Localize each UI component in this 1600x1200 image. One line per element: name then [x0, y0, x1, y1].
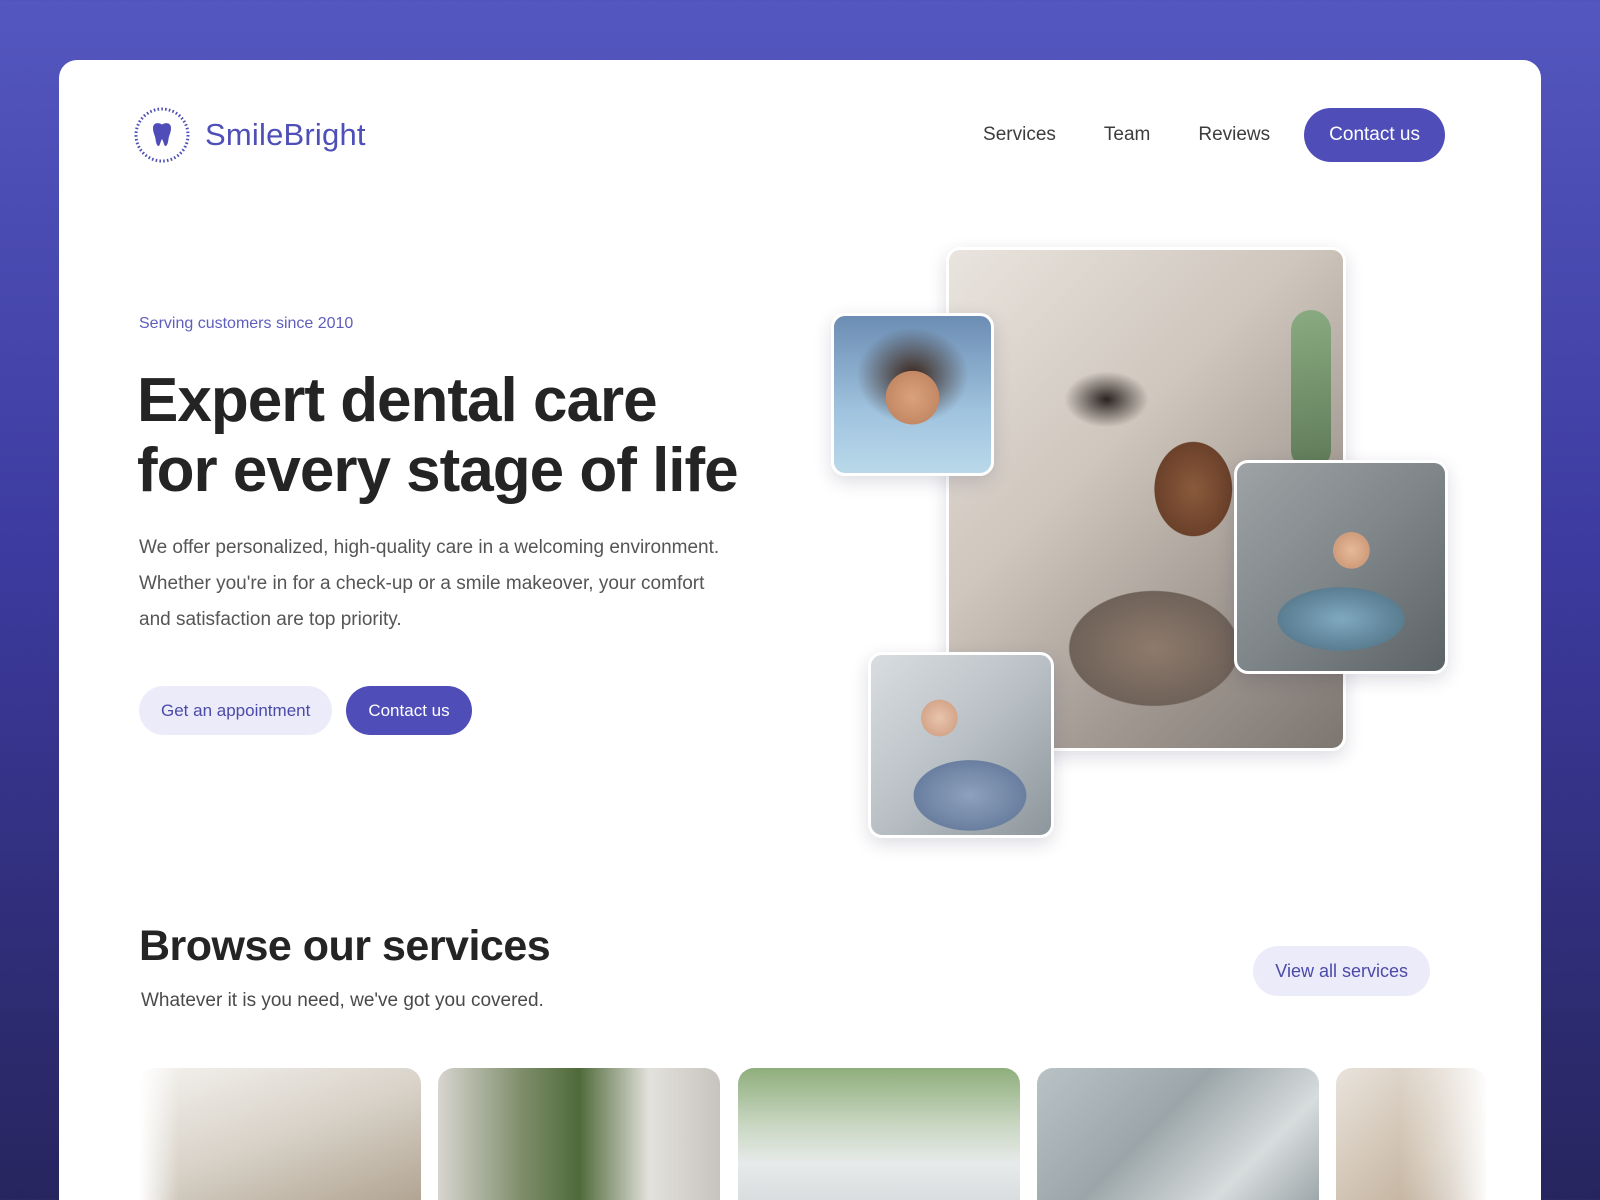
hero-contact-button[interactable]: Contact us	[346, 686, 472, 735]
services-title: Browse our services	[139, 922, 551, 970]
brand-name: SmileBright	[205, 117, 366, 152]
service-card-image[interactable]	[438, 1068, 720, 1200]
hero-eyebrow: Serving customers since 2010	[139, 315, 354, 332]
patient-girl-photo	[831, 313, 994, 476]
services-carousel	[139, 1068, 1489, 1200]
service-card-image[interactable]	[1336, 1068, 1486, 1200]
appointment-button[interactable]: Get an appointment	[139, 686, 333, 735]
hero-title-line: Expert dental care	[137, 366, 658, 435]
nav-reviews[interactable]: Reviews	[1198, 124, 1270, 146]
hero-actions: Get an appointment Contact us	[139, 686, 472, 735]
hero-title: Expert dental care for every stage of li…	[137, 366, 837, 506]
main-nav: Services Team Reviews Contact us	[983, 108, 1445, 162]
service-card-image[interactable]	[738, 1068, 1020, 1200]
nav-team[interactable]: Team	[1104, 124, 1150, 146]
hero-description-line: We offer personalized, high-quality care…	[139, 537, 720, 558]
hero-description: We offer personalized, high-quality care…	[139, 530, 799, 638]
page-card: SmileBright Services Team Reviews Contac…	[59, 60, 1541, 1200]
patient-man-photo	[1234, 460, 1448, 674]
services-subtitle: Whatever it is you need, we've got you c…	[141, 990, 544, 1011]
header-contact-button[interactable]: Contact us	[1304, 108, 1445, 162]
view-all-services-button[interactable]: View all services	[1253, 946, 1430, 996]
hero-description-line: and satisfaction are top priority.	[139, 609, 402, 630]
tooth-icon	[133, 106, 191, 164]
hero-title-line: for every stage of life	[137, 436, 739, 505]
service-card-image[interactable]	[1037, 1068, 1319, 1200]
brand-logo[interactable]: SmileBright	[133, 106, 366, 164]
patient-elderly-man-photo	[868, 652, 1054, 838]
hero-description-line: Whether you're in for a check-up or a sm…	[139, 573, 705, 594]
nav-services[interactable]: Services	[983, 124, 1056, 146]
service-card-image[interactable]	[139, 1068, 421, 1200]
